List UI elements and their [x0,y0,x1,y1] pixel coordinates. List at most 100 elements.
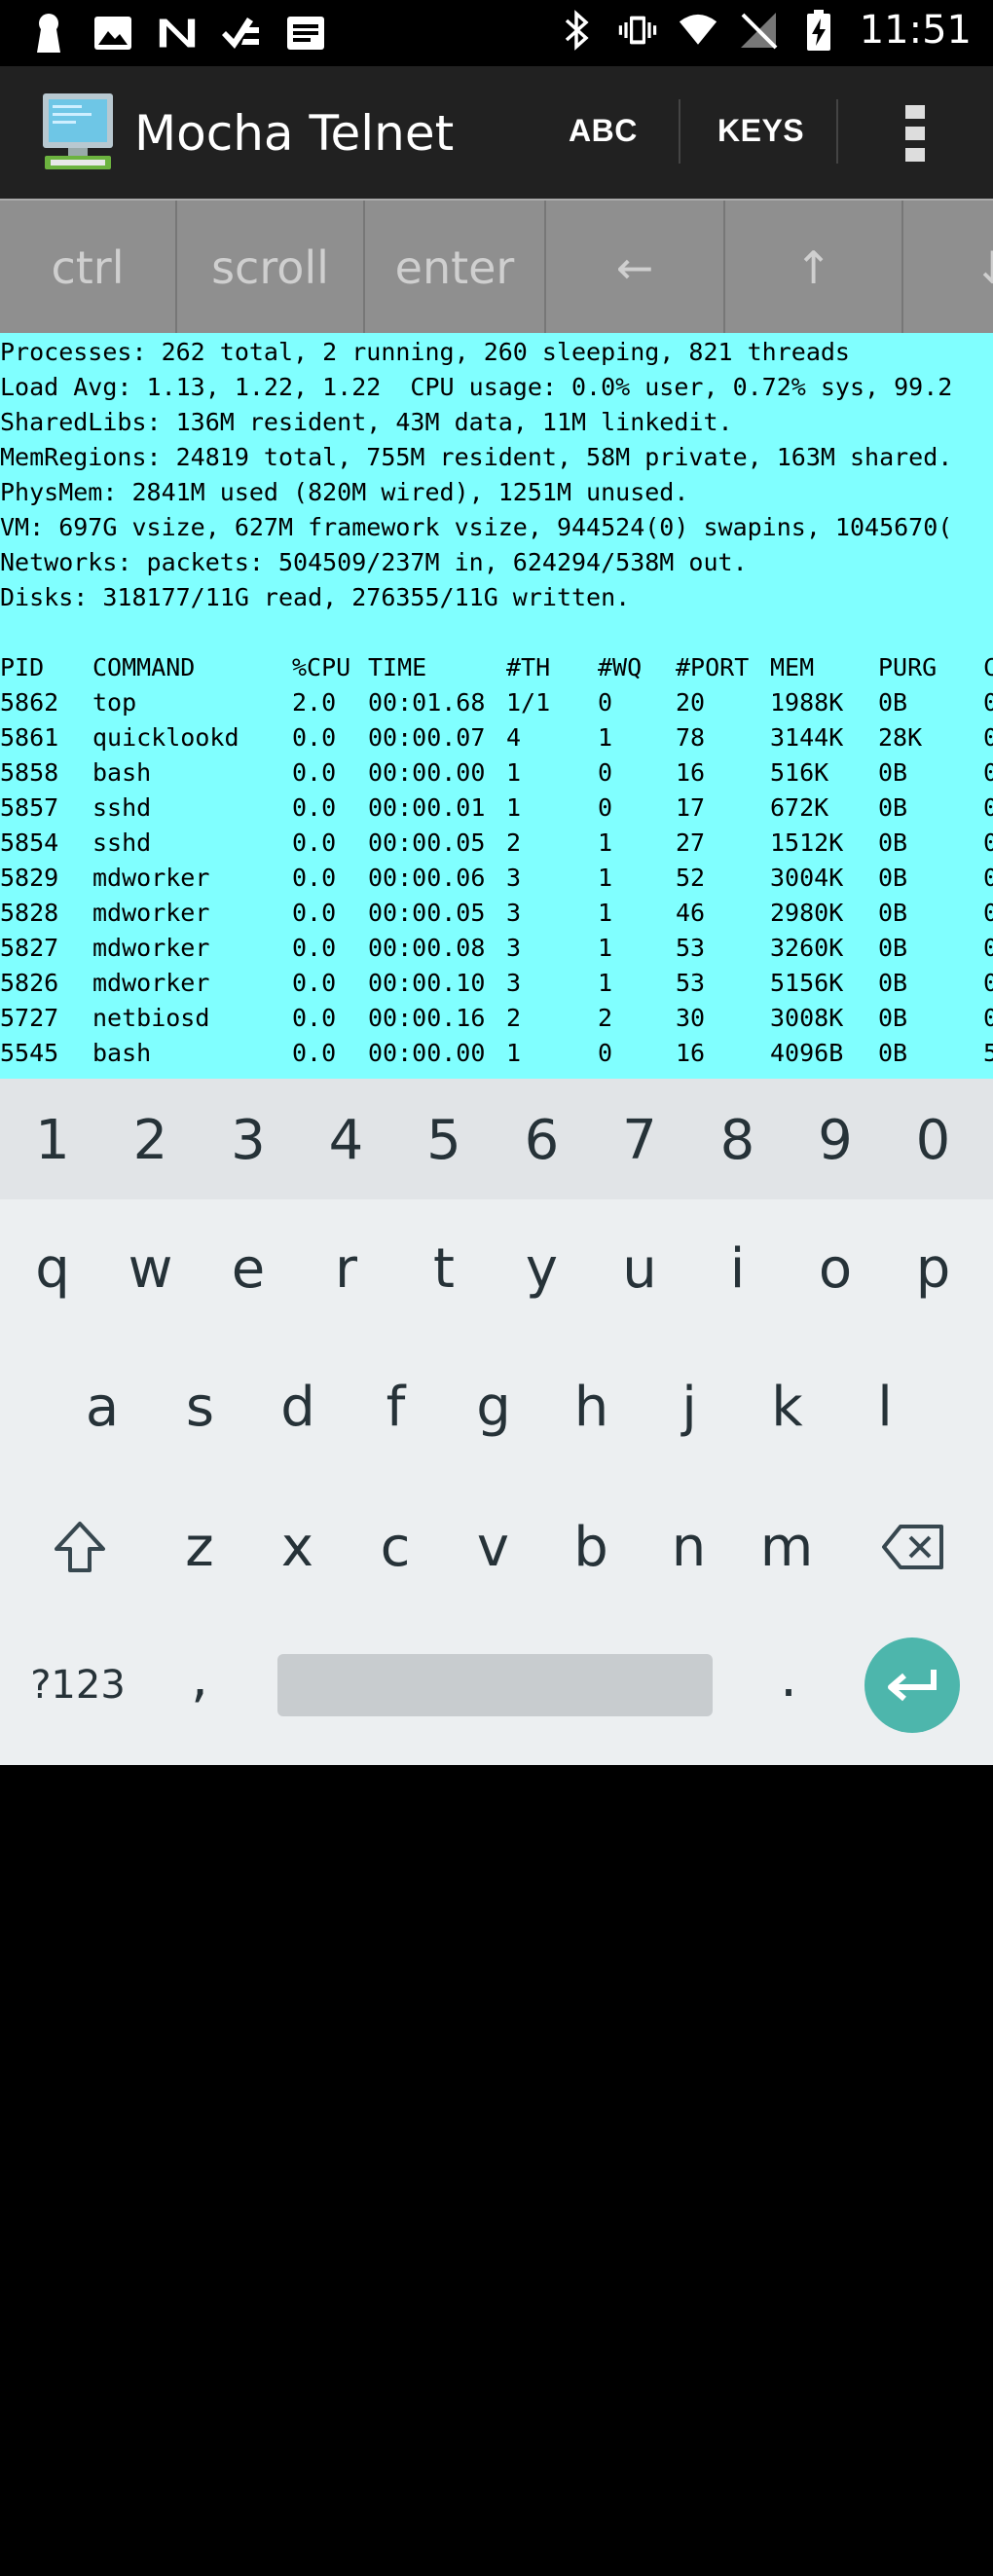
key-o[interactable]: o [791,1225,879,1312]
table-cell: bash [92,1039,152,1067]
key-l[interactable]: l [841,1363,929,1451]
terminal-line: VM: 697G vsize, 627M framework vsize, 94… [0,513,953,541]
table-cell: 0 [983,864,993,892]
key-p[interactable]: p [890,1225,977,1312]
key-z[interactable]: z [156,1503,243,1591]
table-cell: 1988K [770,688,844,717]
key-6[interactable]: 6 [498,1096,586,1184]
overflow-menu-icon[interactable] [903,103,927,164]
table-cell: 00:00.05 [368,899,486,927]
symbols-key[interactable]: ?123 [19,1641,136,1729]
key-u[interactable]: u [596,1225,683,1312]
table-cell: 0.0 [292,723,337,752]
period-key[interactable]: . [750,1634,828,1721]
table-cell: 00:01.68 [368,688,486,717]
table-cell: 46 [676,899,706,927]
table-row: 5857 sshd 0.0 00:00.01 1 0 17 672K 0B 0 [0,791,993,826]
key-w[interactable]: w [107,1225,195,1312]
table-cell: 5826 [0,969,59,997]
scroll-key[interactable]: scroll [177,201,365,333]
table-cell: 4096B [770,1039,844,1067]
table-cell: 5862 [0,688,59,717]
table-cell: 0B [878,758,908,787]
terminal-screen[interactable]: Processes: 262 total, 2 running, 260 sle… [0,333,993,1079]
key-y[interactable]: y [498,1225,586,1312]
key-e[interactable]: e [204,1225,292,1312]
status-bar: 11:51 [0,0,993,66]
table-cell: 0 [598,688,613,717]
key-d[interactable]: d [254,1363,342,1451]
table-cell: 0 [983,688,993,717]
terminal-line: Disks: 318177/11G read, 276355/11G writt… [0,583,631,611]
key-r[interactable]: r [303,1225,390,1312]
key-q[interactable]: q [9,1225,96,1312]
backspace-key[interactable] [866,1503,960,1591]
table-cell: 5 [983,1039,993,1067]
comma-key[interactable]: , [161,1634,239,1721]
up-arrow-key[interactable]: ↑ [725,201,903,333]
ctrl-key[interactable]: ctrl [0,201,177,333]
key-4[interactable]: 4 [303,1096,390,1184]
table-cell: mdworker [92,969,210,997]
table-cell: 0B [878,793,908,822]
enter-key-button[interactable]: enter [365,201,546,333]
table-cell: 3008K [770,1004,844,1032]
key-a[interactable]: a [58,1363,146,1451]
table-cell: 52 [676,864,706,892]
table-cell: 3 [506,934,522,962]
table-cell: 0 [983,1004,993,1032]
abc-button[interactable]: ABC [569,113,638,149]
shift-key[interactable] [39,1503,121,1591]
table-cell: #WQ [598,653,643,681]
table-cell: 0B [878,864,908,892]
table-cell: 00:00.05 [368,828,486,857]
key-7[interactable]: 7 [596,1096,683,1184]
key-c[interactable]: c [351,1503,439,1591]
key-v[interactable]: v [450,1503,537,1591]
key-m[interactable]: m [743,1503,830,1591]
app-bar: Mocha Telnet ABC KEYS [0,66,993,199]
table-row: 5727 netbiosd 0.0 00:00.16 2 2 30 3008K 0B 0 [0,1001,993,1036]
keys-button[interactable]: KEYS [717,113,804,149]
key-1[interactable]: 1 [9,1096,96,1184]
down-arrow-key[interactable]: ↓ [903,201,993,333]
terminal-line: Processes: 262 total, 2 running, 260 sle… [0,338,850,366]
wifi-icon [679,9,717,52]
key-h[interactable]: h [548,1363,636,1451]
keyboard-enter-key[interactable] [864,1638,960,1733]
table-cell: 0 [983,934,993,962]
key-0[interactable]: 0 [890,1096,977,1184]
key-k[interactable]: k [744,1363,831,1451]
table-cell: 0 [983,828,993,857]
key-9[interactable]: 9 [791,1096,879,1184]
left-arrow-key[interactable]: ← [546,201,725,333]
key-t[interactable]: t [400,1225,488,1312]
table-cell: bash [92,758,152,787]
key-i[interactable]: i [694,1225,782,1312]
clock: 11:51 [859,8,972,53]
table-cell: 20 [676,688,706,717]
key-2[interactable]: 2 [107,1096,195,1184]
table-cell: 16 [676,758,706,787]
image-icon [93,12,132,55]
key-s[interactable]: s [157,1363,244,1451]
key-n[interactable]: n [645,1503,733,1591]
table-cell: 5858 [0,758,59,787]
battery-charging-icon [799,9,838,52]
key-b[interactable]: b [547,1503,635,1591]
key-f[interactable]: f [352,1363,440,1451]
key-8[interactable]: 8 [694,1096,782,1184]
space-bar[interactable] [277,1654,713,1716]
table-cell: 4 [506,723,522,752]
special-key-row: ctrl scroll enter ← ↑ ↓ [0,199,993,333]
key-3[interactable]: 3 [204,1096,292,1184]
table-row: 5858 bash 0.0 00:00.00 1 0 16 516K 0B 0 [0,755,993,791]
key-g[interactable]: g [450,1363,537,1451]
key-j[interactable]: j [645,1363,733,1451]
key-x[interactable]: x [254,1503,342,1591]
bluetooth-icon [558,9,597,52]
key-5[interactable]: 5 [400,1096,488,1184]
table-cell: 0.0 [292,1039,337,1067]
table-cell: mdworker [92,864,210,892]
table-row: 5861 quicklookd 0.0 00:00.07 4 1 78 3144K 28K 0 [0,720,993,755]
